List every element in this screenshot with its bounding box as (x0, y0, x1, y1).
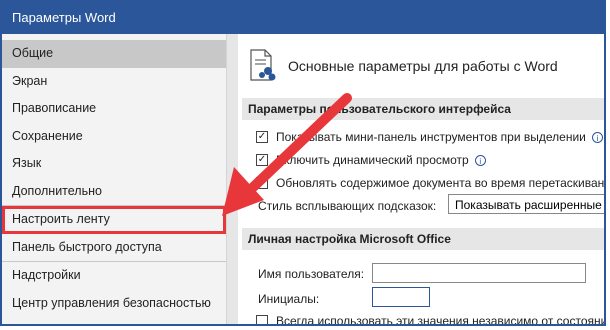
sidebar-item-trust-center[interactable]: Центр управления безопасностью (2, 290, 226, 318)
option-mini-toolbar-label: Показывать мини-панель инструментов при … (276, 130, 586, 144)
main-panel: Основные параметры для работы с Word Пар… (238, 34, 604, 324)
sidebar-item-addins[interactable]: Надстройки (2, 262, 226, 290)
tooltip-style-select[interactable]: Показывать расширенные в (448, 194, 604, 214)
info-icon: i (591, 131, 603, 143)
checkbox-unchecked[interactable] (256, 315, 268, 324)
option-update-drag[interactable]: ✓ Обновлять содержимое документа во врем… (256, 176, 606, 190)
option-live-preview-label: Включить динамический просмотр (276, 153, 469, 167)
tooltip-style-label: Стиль всплывающих подсказок: (258, 199, 437, 213)
checkbox-checked[interactable]: ✓ (256, 131, 268, 143)
option-update-drag-label: Обновлять содержимое документа во время … (276, 176, 606, 190)
option-always-use-label: Всегда использовать эти значения независ… (276, 314, 606, 326)
sidebar-item-proofing[interactable]: Правописание (2, 95, 226, 123)
checkbox-checked[interactable]: ✓ (256, 177, 268, 189)
sidebar-item-display[interactable]: Экран (2, 68, 226, 96)
window-title: Параметры Word (2, 2, 604, 34)
sidebar-item-save[interactable]: Сохранение (2, 123, 226, 151)
checkbox-checked[interactable]: ✓ (256, 154, 268, 166)
initials-label: Инициалы: (258, 292, 320, 306)
general-settings-icon (250, 49, 276, 81)
section-ui-options: Параметры пользовательского интерфейса (242, 98, 604, 120)
username-label: Имя пользователя: (258, 267, 365, 281)
sidebar-item-customize-ribbon[interactable]: Настроить ленту (2, 206, 226, 234)
sidebar-item-language[interactable]: Язык (2, 150, 226, 178)
sidebar-item-quick-access-toolbar[interactable]: Панель быстрого доступа (2, 234, 226, 262)
section-office-personalization: Личная настройка Microsoft Office (242, 228, 604, 250)
page-title: Основные параметры для работы с Word (288, 58, 558, 74)
main-header: Основные параметры для работы с Word (248, 46, 558, 86)
sidebar-item-advanced[interactable]: Дополнительно (2, 178, 226, 206)
username-input[interactable] (372, 263, 586, 283)
initials-input[interactable] (372, 287, 430, 307)
word-options-window: Параметры Word Общие Экран Правописание … (0, 0, 606, 326)
option-live-preview[interactable]: ✓ Включить динамический просмотр i (256, 153, 486, 167)
option-mini-toolbar[interactable]: ✓ Показывать мини-панель инструментов пр… (256, 130, 603, 144)
info-icon: i (474, 154, 486, 166)
option-always-use[interactable]: Всегда использовать эти значения независ… (256, 314, 606, 326)
sidebar-item-general[interactable]: Общие (2, 40, 226, 68)
sidebar: Общие Экран Правописание Сохранение Язык… (2, 34, 227, 324)
